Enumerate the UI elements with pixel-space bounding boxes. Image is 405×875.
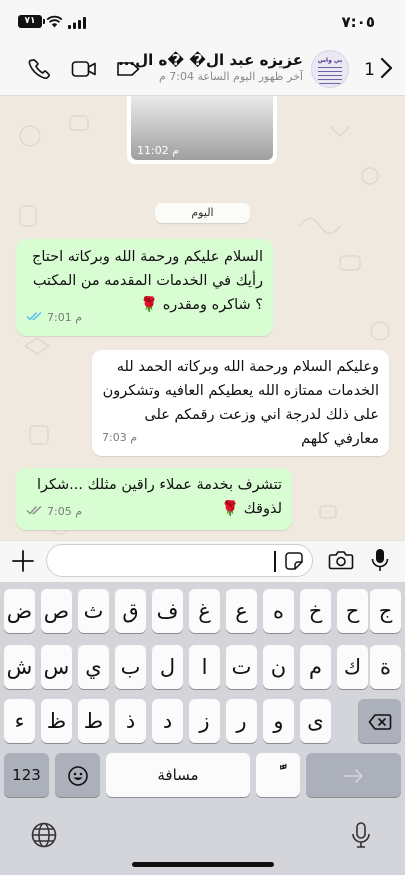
phone-icon[interactable] [28, 57, 52, 85]
cellular-signal-icon [68, 14, 86, 33]
message-bubble-outgoing[interactable]: تتشرف بخدمة عملاء راقين مثلك ...شكرا لذو… [16, 468, 292, 530]
clock: ٧:٠٥ [341, 13, 375, 31]
message-time: 11:02 م [137, 144, 180, 157]
home-indicator[interactable] [132, 862, 274, 867]
message-time: 7:01 م [47, 311, 83, 324]
key[interactable]: ن [263, 645, 294, 689]
key[interactable]: ي [78, 645, 109, 689]
key[interactable]: ص [41, 589, 72, 633]
battery-indicator: ٧١ [18, 15, 45, 28]
key[interactable]: ة [370, 645, 401, 689]
message-bubble-incoming[interactable]: وعليكم السلام ورحمة الله وبركاته الحمد ل… [92, 350, 389, 456]
key[interactable]: ض [4, 589, 35, 633]
back-chevron-icon [379, 57, 393, 83]
message-time: 7:05 م [47, 505, 83, 518]
chat-area[interactable]: 11:02 م اليوم السلام عليكم ورحمة الله وب… [0, 96, 405, 540]
key[interactable]: ف [152, 589, 183, 633]
key[interactable]: ظ [41, 699, 72, 743]
key[interactable]: ب [115, 645, 146, 689]
key[interactable]: ع [226, 589, 257, 633]
key[interactable]: ه [263, 589, 294, 633]
key[interactable]: خ [300, 589, 331, 633]
plus-icon[interactable] [10, 548, 36, 578]
key[interactable]: د [152, 699, 183, 743]
key[interactable]: س [41, 645, 72, 689]
globe-icon[interactable] [30, 821, 58, 853]
contact-avatar[interactable]: بي واس [311, 50, 349, 88]
key[interactable]: ز [189, 699, 220, 743]
chat-header: عزيزه عبد ال� �ه ال... آخر ظهور اليوم ال… [0, 44, 405, 96]
key[interactable]: ك [337, 645, 368, 689]
camera-icon[interactable] [328, 549, 354, 575]
key[interactable]: ر [226, 699, 257, 743]
contact-name[interactable]: عزيزه عبد ال� �ه ال... [103, 51, 303, 69]
key[interactable]: ء [4, 699, 35, 743]
key[interactable]: و [263, 699, 294, 743]
key[interactable]: ج [370, 589, 401, 633]
emoji-icon [67, 763, 89, 787]
message-meta: 7:01 م [26, 306, 82, 330]
message-input-bar [0, 540, 405, 582]
avatar-text-lines [318, 67, 342, 87]
key[interactable]: ح [337, 589, 368, 633]
date-separator: اليوم [155, 203, 250, 223]
message-meta: 7:03 م [102, 426, 137, 450]
arabic-keyboard: ض ص ث ق ف غ ع ه خ ح ج ش س ي ب ل ا ت ن م … [0, 582, 405, 875]
key[interactable]: ا [189, 645, 220, 689]
space-key[interactable]: مسافة [106, 753, 250, 797]
emoji-key[interactable] [55, 753, 100, 797]
image-message[interactable]: 11:02 م [127, 96, 277, 164]
message-text: وعليكم السلام ورحمة الله وبركاته الحمد ل… [102, 359, 379, 447]
microphone-icon[interactable] [370, 547, 390, 577]
key[interactable]: ت [226, 645, 257, 689]
key[interactable]: ث [78, 589, 109, 633]
read-ticks-icon [26, 306, 43, 330]
key[interactable]: غ [189, 589, 220, 633]
delivered-ticks-icon [26, 500, 43, 524]
key[interactable]: م [300, 645, 331, 689]
sticker-icon[interactable] [284, 551, 304, 575]
wifi-icon [46, 13, 63, 32]
message-meta: 7:05 م [26, 500, 82, 524]
key[interactable]: ذ [115, 699, 146, 743]
avatar-title: بي واس [317, 57, 343, 64]
message-time: 7:03 م [102, 431, 138, 444]
video-call-icon[interactable] [71, 57, 97, 85]
key[interactable]: ل [152, 645, 183, 689]
key[interactable]: ى [300, 699, 331, 743]
numbers-key[interactable]: 123 [4, 753, 49, 797]
back-button[interactable]: 1 [364, 57, 393, 83]
status-bar: ٧١ ٧:٠٥ [0, 0, 405, 44]
key[interactable]: ط [78, 699, 109, 743]
backspace-icon [368, 709, 392, 733]
text-cursor [274, 551, 276, 572]
dictation-mic-icon[interactable] [350, 821, 372, 853]
last-seen-status: آخر ظهور اليوم الساعة 7:04 م [158, 70, 303, 83]
message-bubble-outgoing[interactable]: السلام عليكم ورحمة الله وبركاته احتاج رأ… [16, 239, 273, 336]
key[interactable]: ق [115, 589, 146, 633]
backspace-key[interactable] [358, 699, 401, 743]
image-thumbnail[interactable]: 11:02 م [131, 96, 273, 160]
diacritic-key[interactable]: ًّ [256, 753, 300, 797]
message-input[interactable] [46, 544, 313, 577]
return-icon [342, 763, 366, 787]
back-count-badge: 1 [364, 60, 375, 80]
return-key[interactable] [306, 753, 401, 797]
key[interactable]: ش [4, 645, 35, 689]
